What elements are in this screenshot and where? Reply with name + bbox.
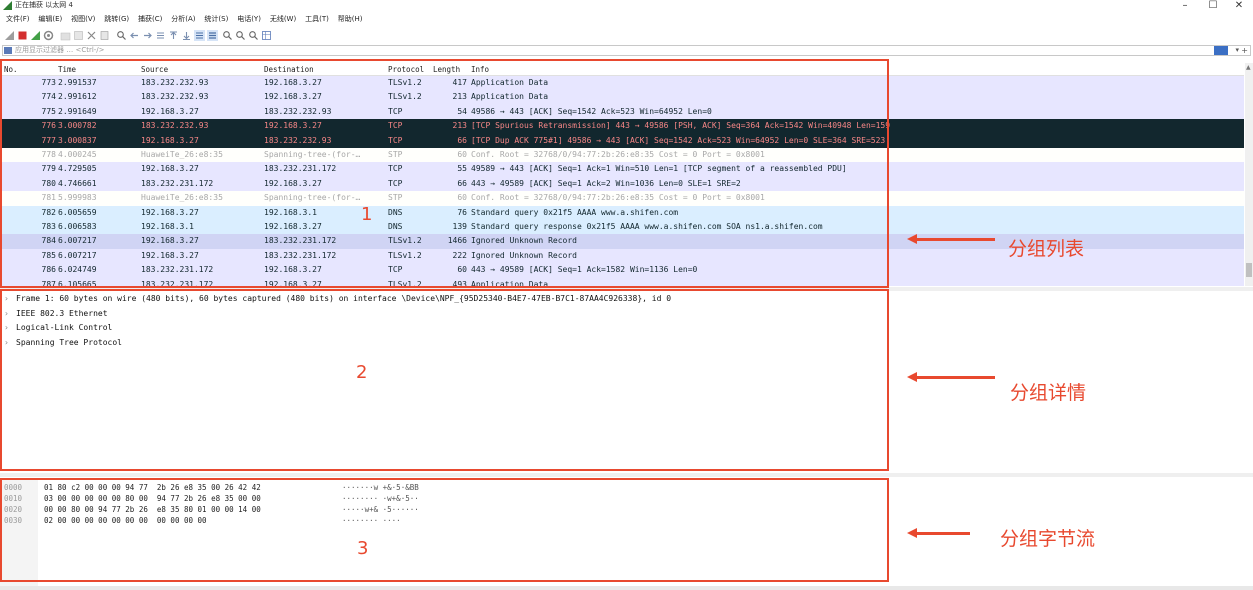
minimize-button[interactable]: – (1175, 0, 1195, 11)
normal-size-icon[interactable] (248, 30, 259, 41)
resize-columns-icon[interactable] (261, 30, 272, 41)
label-packet-list: 分组列表 (1008, 238, 1085, 260)
packet-list-highlight-box (0, 59, 889, 288)
apply-filter-arrow-icon[interactable] (1214, 46, 1228, 55)
label-packet-bytes: 分组字节流 (1000, 528, 1096, 550)
menu-go[interactable]: 跳转(G) (101, 11, 132, 28)
find-packet-icon[interactable] (116, 30, 127, 41)
packet-bytes-highlight-box (0, 478, 889, 582)
display-filter-bar[interactable]: 应用显示过滤器 … <Ctrl-/> ▾ + (2, 45, 1251, 56)
menu-edit[interactable]: 编辑(E) (35, 11, 65, 28)
capture-options-icon[interactable] (43, 30, 54, 41)
start-capture-icon[interactable] (4, 30, 15, 41)
go-forward-icon[interactable] (142, 30, 153, 41)
add-filter-button-icon[interactable]: + (1241, 46, 1248, 55)
annotation-number-3: 3 (357, 538, 369, 559)
menu-view[interactable]: 视图(V) (68, 11, 98, 28)
scroll-up-icon[interactable]: ▲ (1246, 64, 1251, 71)
scrollbar-thumb[interactable] (1246, 263, 1252, 277)
pane-splitter-2[interactable] (0, 473, 1253, 477)
go-back-icon[interactable] (129, 30, 140, 41)
annotation-number-2: 2 (356, 362, 368, 383)
label-packet-details: 分组详情 (1010, 382, 1087, 404)
first-packet-icon[interactable] (168, 30, 179, 41)
annotation-number-1: 1 (361, 204, 373, 225)
menu-wireless[interactable]: 无线(W) (267, 11, 299, 28)
menu-bar: 文件(F) 编辑(E) 视图(V) 跳转(G) 捕获(C) 分析(A) 统计(S… (0, 11, 1253, 28)
menu-tools[interactable]: 工具(T) (302, 11, 332, 28)
open-file-icon[interactable] (60, 30, 71, 41)
zoom-out-icon[interactable] (235, 30, 246, 41)
close-file-icon[interactable] (86, 30, 97, 41)
stop-capture-icon[interactable] (17, 30, 28, 41)
wireshark-fin-icon (3, 1, 12, 10)
window-title: 正在捕获 以太网 4 (15, 1, 73, 9)
packet-list-scrollbar[interactable]: ▲ (1245, 63, 1253, 286)
menu-capture[interactable]: 捕获(C) (135, 11, 165, 28)
display-filter-input[interactable]: 应用显示过滤器 … <Ctrl-/> (15, 46, 105, 55)
filter-bookmark-icon[interactable] (4, 47, 12, 54)
menu-telephony[interactable]: 电话(Y) (234, 11, 264, 28)
arrow-left-icon (907, 372, 995, 382)
packet-details-highlight-box (0, 289, 889, 471)
menu-file[interactable]: 文件(F) (3, 11, 33, 28)
title-bar: 正在捕获 以太网 4 – ☐ ✕ (0, 0, 1253, 11)
save-file-icon[interactable] (73, 30, 84, 41)
go-to-packet-icon[interactable] (155, 30, 166, 41)
menu-help[interactable]: 帮助(H) (335, 11, 366, 28)
arrow-left-icon (907, 234, 995, 244)
arrow-left-icon (907, 528, 970, 538)
last-packet-icon[interactable] (181, 30, 192, 41)
menu-analyze[interactable]: 分析(A) (168, 11, 198, 28)
zoom-in-icon[interactable] (222, 30, 233, 41)
status-bar (0, 586, 1253, 590)
close-button[interactable]: ✕ (1229, 0, 1249, 11)
reload-file-icon[interactable] (99, 30, 110, 41)
main-toolbar (0, 28, 1253, 44)
filter-dropdown-icon[interactable]: ▾ (1235, 46, 1239, 55)
maximize-button[interactable]: ☐ (1203, 0, 1223, 11)
autoscroll-icon[interactable] (194, 30, 205, 41)
colorize-icon[interactable] (207, 30, 218, 41)
restart-capture-icon[interactable] (30, 30, 41, 41)
menu-statistics[interactable]: 统计(S) (201, 11, 231, 28)
